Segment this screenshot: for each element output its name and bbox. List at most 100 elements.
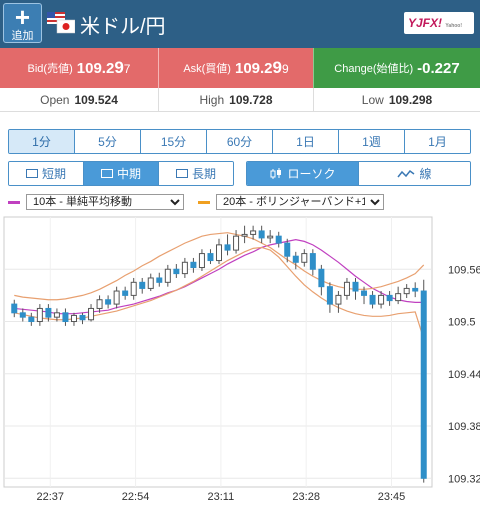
change-value: -0.227 xyxy=(417,59,460,77)
bb-select[interactable]: 20本 - ボリンジャーバンド+1 xyxy=(216,194,384,210)
candle-down xyxy=(207,253,214,262)
change-quote: Change(始値比) -0.227 xyxy=(313,48,480,88)
term-tabs: 短期 中期 長期 xyxy=(8,161,234,186)
yjfx-logo: YJFX! Yahoo! xyxy=(404,12,474,34)
high-stat: High 109.728 xyxy=(158,88,313,112)
candle-up xyxy=(378,294,385,305)
candle-up xyxy=(335,294,342,305)
tab-line[interactable]: 線 xyxy=(358,162,470,185)
candle-down xyxy=(369,294,376,305)
bid-value: 109.297 xyxy=(76,58,131,77)
candle-down xyxy=(28,316,35,323)
mid-term-icon xyxy=(100,169,113,178)
candle-down xyxy=(62,312,69,323)
add-button[interactable]: + 追加 xyxy=(3,3,42,43)
timeframe-tabs: 1分 5分 15分 60分 1日 1週 1月 xyxy=(8,129,471,154)
tab-1d[interactable]: 1日 xyxy=(272,130,338,153)
x-tick-label: 22:54 xyxy=(122,491,150,503)
tab-5m[interactable]: 5分 xyxy=(74,130,140,153)
x-tick-label: 23:11 xyxy=(208,491,235,503)
candle-down xyxy=(45,307,52,318)
candle-up xyxy=(267,235,274,239)
line-chart-icon xyxy=(397,169,415,177)
candle-up xyxy=(181,261,188,275)
tab-15m[interactable]: 15分 xyxy=(140,130,206,153)
y-tick-label: 109.32 xyxy=(448,473,480,485)
x-tick-label: 22:37 xyxy=(36,491,64,503)
bb-indicator: 20本 - ボリンジャーバンド+1 xyxy=(198,193,384,211)
tab-60m[interactable]: 60分 xyxy=(206,130,272,153)
open-stat: Open 109.524 xyxy=(40,93,118,107)
price-chart[interactable]: 109.56 109.5 109.44 109.38 109.32 22:37 22:54 2… xyxy=(0,215,480,505)
candle-up xyxy=(343,281,350,296)
candle-down xyxy=(190,261,197,269)
y-tick-label: 109.44 xyxy=(448,369,480,381)
sma-select[interactable]: 10本 - 単純平均移動 xyxy=(26,194,184,210)
candle-up xyxy=(233,235,240,251)
tab-short-term[interactable]: 短期 xyxy=(9,162,83,185)
candle-up xyxy=(88,307,95,321)
candle-down xyxy=(284,242,291,257)
bb-swatch xyxy=(198,200,210,204)
chart-type-tabs: ローソク 線 xyxy=(246,161,471,186)
sma-indicator: 10本 - 単純平均移動 xyxy=(8,193,184,211)
candle-down xyxy=(420,290,427,479)
change-label: Change(始値比) xyxy=(334,63,414,75)
candle-up xyxy=(395,293,402,302)
candle-down xyxy=(318,268,325,288)
tab-long-term[interactable]: 長期 xyxy=(158,162,233,185)
candle-down xyxy=(156,277,163,283)
candle-down xyxy=(275,235,282,244)
tab-candlestick[interactable]: ローソク xyxy=(247,162,358,185)
us-jp-flag-icon xyxy=(47,12,75,34)
ask-quote: Ask(買値) 109.299 xyxy=(158,48,313,88)
x-tick-label: 23:45 xyxy=(378,491,406,503)
candle-down xyxy=(139,281,146,289)
bid-quote: Bid(売値) 109.297 xyxy=(0,48,158,88)
candle-down xyxy=(258,230,265,239)
candle-up xyxy=(130,281,137,296)
y-tick-label: 109.5 xyxy=(448,317,476,329)
candle-down xyxy=(292,255,299,263)
candle-down xyxy=(173,268,180,275)
bid-label: Bid(売値) xyxy=(27,63,73,75)
candle-up xyxy=(96,299,103,309)
candle-down xyxy=(79,314,86,321)
sma-swatch xyxy=(8,200,20,204)
candle-up xyxy=(301,253,308,263)
candle-up xyxy=(113,290,120,305)
candle-down xyxy=(11,303,18,314)
tab-1w[interactable]: 1週 xyxy=(338,130,404,153)
candle-down xyxy=(412,287,419,292)
add-label: 追加 xyxy=(11,30,34,42)
candle-down xyxy=(309,253,316,270)
currency-pair-title: 米ドル/円 xyxy=(80,16,166,38)
candle-up xyxy=(403,287,410,295)
plus-icon: + xyxy=(14,2,31,32)
candle-up xyxy=(147,277,154,289)
tab-1mo[interactable]: 1月 xyxy=(404,130,470,153)
app-header: + 追加 米ドル/円 YJFX! Yahoo! xyxy=(0,0,480,48)
tab-mid-term[interactable]: 中期 xyxy=(83,162,158,185)
candle-down xyxy=(352,281,359,292)
tab-1m[interactable]: 1分 xyxy=(9,130,74,153)
candle-down xyxy=(19,312,26,318)
x-tick-label: 23:28 xyxy=(292,491,320,503)
candle-up xyxy=(216,244,222,262)
candle-up xyxy=(36,307,43,323)
quote-row: Bid(売値) 109.297 Ask(買値) 109.299 Change(始… xyxy=(0,48,480,88)
candle-down xyxy=(326,286,333,305)
y-tick-label: 109.56 xyxy=(448,264,480,276)
ask-value: 109.299 xyxy=(234,58,289,77)
candle-up xyxy=(250,230,257,235)
candle-down xyxy=(122,290,129,296)
candle-up xyxy=(53,312,60,318)
candle-down xyxy=(386,294,393,302)
candle-up xyxy=(241,233,248,237)
candle-up xyxy=(198,253,205,269)
ohl-row: Open 109.524 High 109.728 Low 109.298 xyxy=(0,88,480,112)
candlestick-icon xyxy=(270,167,282,179)
long-term-icon xyxy=(175,169,188,178)
candle-down xyxy=(361,290,368,296)
y-tick-label: 109.38 xyxy=(448,421,480,433)
